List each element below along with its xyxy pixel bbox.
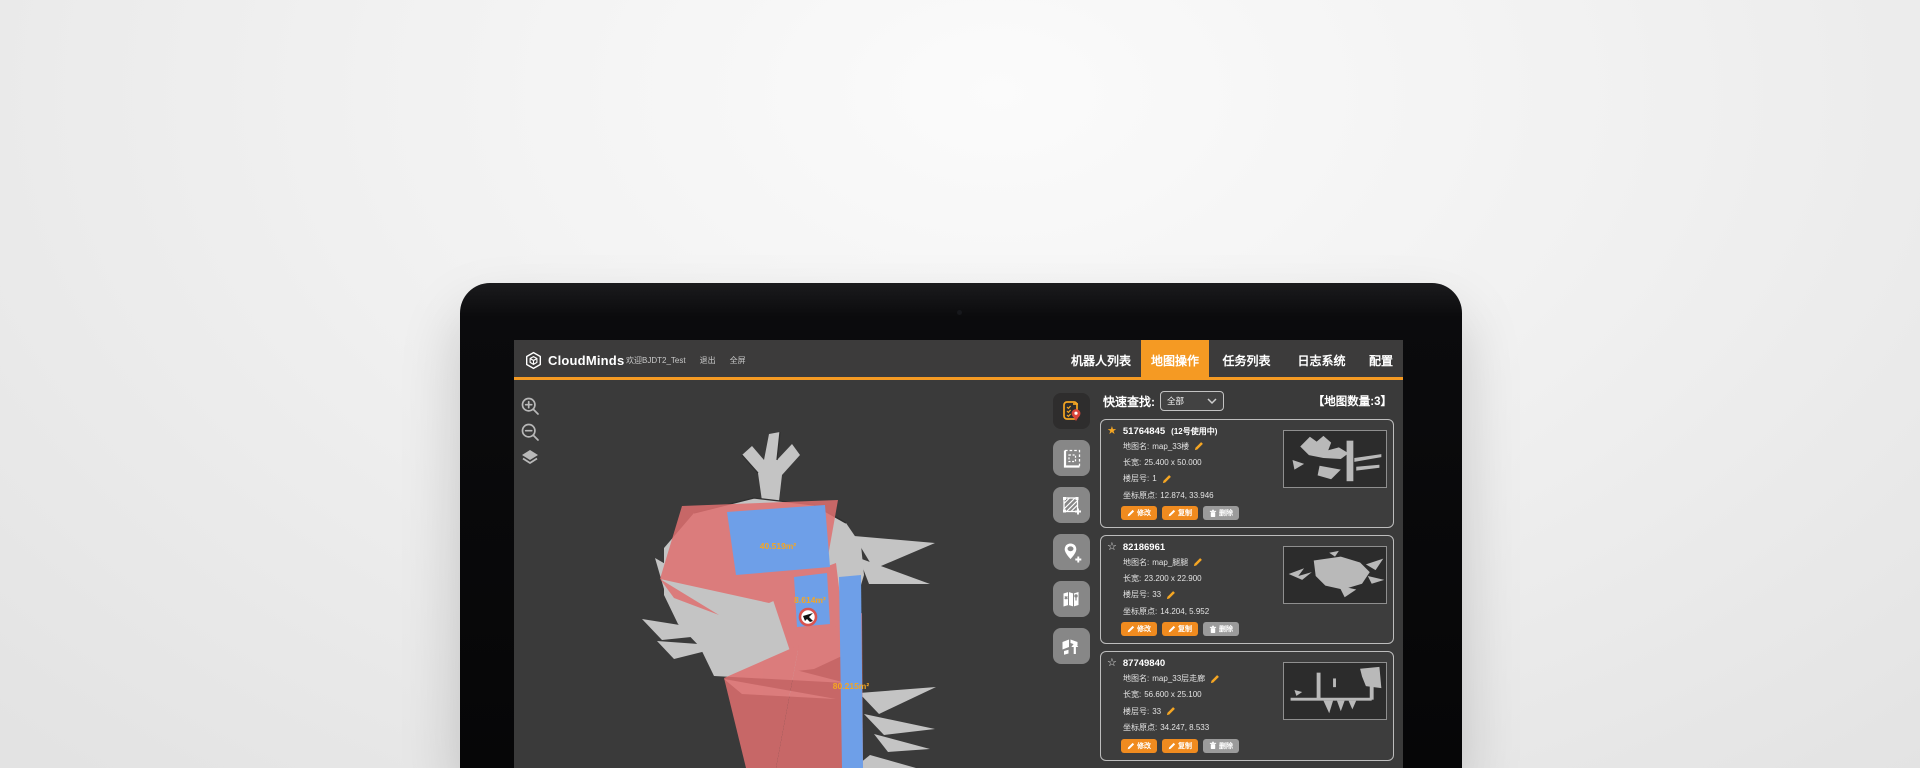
- welcome-text: 欢迎BJDT2_Test: [626, 355, 686, 366]
- layers-icon[interactable]: [519, 447, 541, 469]
- laptop-frame: CloudMinds 欢迎BJDT2_Test 退出 全屏 机器人列表 地图操作…: [460, 283, 1462, 768]
- origin-label: 坐标原点:: [1123, 490, 1157, 501]
- origin-value: 12.874, 33.946: [1160, 491, 1213, 500]
- webcam-dot: [957, 310, 962, 315]
- area-label-1: 40.519m²: [760, 541, 797, 551]
- page-background: CloudMinds 欢迎BJDT2_Test 退出 全屏 机器人列表 地图操作…: [0, 0, 1920, 768]
- map-thumbnail: [1283, 546, 1387, 604]
- floor-value: 33: [1152, 707, 1161, 716]
- map-card: ☆ 87749840 地图名:map_33层走廊 长宽:56.600 x 25.…: [1100, 651, 1394, 760]
- map-size-value: 56.600 x 25.100: [1144, 690, 1201, 699]
- filter-dropdown[interactable]: 全部: [1160, 391, 1224, 411]
- map-name-label: 地图名:: [1123, 557, 1149, 568]
- in-use-badge: (12号使用中): [1171, 426, 1217, 437]
- map-tool-column: [1053, 393, 1090, 664]
- area-label-3: 80.215m²: [833, 681, 870, 691]
- map-size-label: 长宽:: [1123, 457, 1141, 468]
- fullscreen-link[interactable]: 全屏: [730, 355, 746, 366]
- map-name-value: map_33楼: [1152, 441, 1189, 452]
- floor-label: 楼层号:: [1123, 473, 1149, 484]
- delete-map-button[interactable]: 删除: [1203, 739, 1239, 753]
- map-count-label: 【地图数量:3】: [1313, 393, 1392, 409]
- zoom-in-icon[interactable]: [519, 395, 541, 417]
- add-location-tool-button[interactable]: [1053, 534, 1090, 570]
- filter-dropdown-value: 全部: [1167, 395, 1184, 407]
- map-list-panel: 快速查找: 全部 【地图数量:3】 ★ 51764845 (12号使用中): [1100, 340, 1400, 768]
- map-thumbnail: [1283, 430, 1387, 488]
- edit-floor-pencil-icon[interactable]: [1166, 590, 1176, 600]
- quick-search-label: 快速查找:: [1103, 393, 1155, 410]
- add-virtual-wall-tool-button[interactable]: [1053, 487, 1090, 523]
- edit-name-pencil-icon[interactable]: [1210, 674, 1220, 684]
- edit-map-button[interactable]: 修改: [1121, 739, 1157, 753]
- brand-name: CloudMinds: [548, 353, 624, 368]
- delete-map-button[interactable]: 删除: [1203, 506, 1239, 520]
- map-name-label: 地图名:: [1123, 673, 1149, 684]
- map-id: 51764845: [1123, 426, 1165, 437]
- floor-label: 楼层号:: [1123, 589, 1149, 600]
- brand: CloudMinds: [524, 340, 624, 380]
- floor-value: 33: [1152, 590, 1161, 599]
- delete-map-button[interactable]: 删除: [1203, 622, 1239, 636]
- origin-value: 34.247, 8.533: [1160, 723, 1209, 732]
- app-screen: CloudMinds 欢迎BJDT2_Test 退出 全屏 机器人列表 地图操作…: [514, 340, 1403, 768]
- chevron-down-icon: [1207, 397, 1217, 405]
- floor-label: 楼层号:: [1123, 706, 1149, 717]
- map-card: ☆ 82186961 地图名:map_腿腿 长宽:23.200 x 22.900…: [1100, 535, 1394, 644]
- upload-map-tool-button[interactable]: [1053, 628, 1090, 664]
- edit-floor-pencil-icon[interactable]: [1162, 474, 1172, 484]
- origin-value: 14.204, 5.952: [1160, 607, 1209, 616]
- copy-map-button[interactable]: 复制: [1162, 739, 1198, 753]
- map-card: ★ 51764845 (12号使用中) 地图名:map_33楼 长宽:25.40…: [1100, 419, 1394, 528]
- copy-map-button[interactable]: 复制: [1162, 506, 1198, 520]
- task-list-tool-button[interactable]: [1053, 393, 1090, 429]
- edit-map-button[interactable]: 修改: [1121, 622, 1157, 636]
- map-size-label: 长宽:: [1123, 573, 1141, 584]
- robot-position-marker[interactable]: [800, 609, 816, 625]
- copy-map-button[interactable]: 复制: [1162, 622, 1198, 636]
- map-name-value: map_腿腿: [1152, 557, 1188, 568]
- map-size-value: 23.200 x 22.900: [1144, 574, 1201, 583]
- zoom-out-icon[interactable]: [519, 421, 541, 443]
- floor-value: 1: [1152, 474, 1156, 483]
- favorite-star-icon[interactable]: ★: [1107, 426, 1117, 437]
- cloudminds-logo-icon: [524, 351, 543, 370]
- favorite-star-icon[interactable]: ☆: [1107, 542, 1117, 553]
- map-name-value: map_33层走廊: [1152, 673, 1205, 684]
- map-name-label: 地图名:: [1123, 441, 1149, 452]
- map-id: 82186961: [1123, 542, 1165, 553]
- edit-map-button[interactable]: 修改: [1121, 506, 1157, 520]
- favorite-star-icon[interactable]: ☆: [1107, 658, 1117, 669]
- map-size-label: 长宽:: [1123, 689, 1141, 700]
- origin-label: 坐标原点:: [1123, 606, 1157, 617]
- map-size-value: 25.400 x 50.000: [1144, 458, 1201, 467]
- map-card-list: ★ 51764845 (12号使用中) 地图名:map_33楼 长宽:25.40…: [1100, 419, 1394, 761]
- logout-link[interactable]: 退出: [700, 355, 716, 366]
- area-label-2: 8.614m²: [794, 595, 826, 605]
- map-id: 87749840: [1123, 658, 1165, 669]
- edit-floor-pencil-icon[interactable]: [1166, 706, 1176, 716]
- edit-name-pencil-icon[interactable]: [1193, 557, 1203, 567]
- origin-label: 坐标原点:: [1123, 722, 1157, 733]
- edit-name-pencil-icon[interactable]: [1194, 441, 1204, 451]
- delete-map-tool-button[interactable]: [1053, 581, 1090, 617]
- map-frame-tool-button[interactable]: [1053, 440, 1090, 476]
- map-thumbnail: [1283, 662, 1387, 720]
